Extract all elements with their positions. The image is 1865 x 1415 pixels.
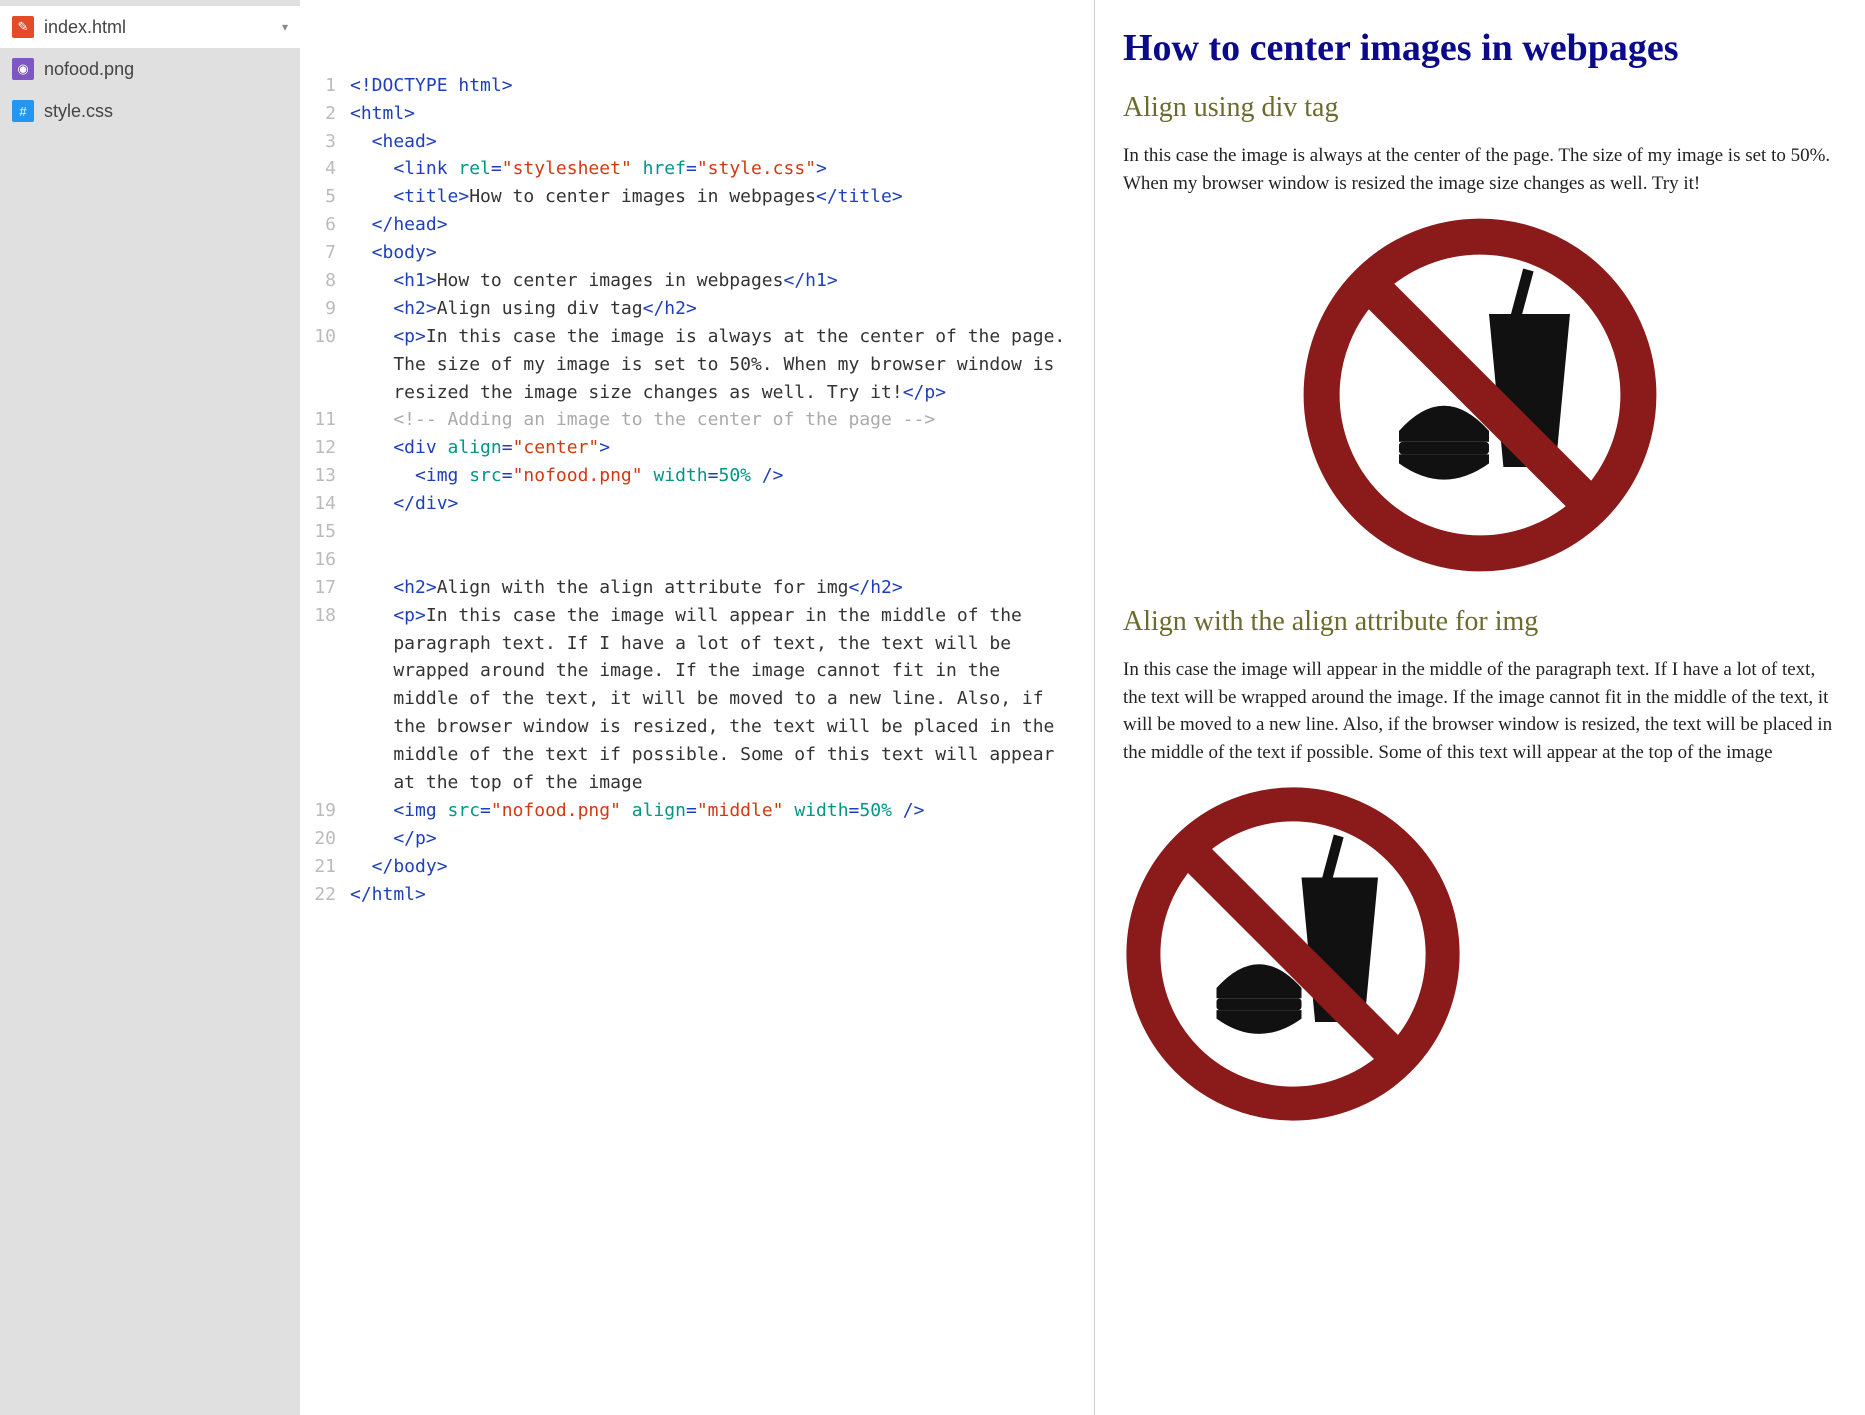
code-content[interactable] xyxy=(350,546,1084,574)
preview-h1: How to center images in webpages xyxy=(1123,26,1837,70)
line-number: 6 xyxy=(300,211,350,239)
line-number: 22 xyxy=(300,881,350,909)
code-content[interactable]: <!-- Adding an image to the center of th… xyxy=(350,406,1084,434)
line-number: 5 xyxy=(300,183,350,211)
code-line[interactable]: 13<img src="nofood.png" width=50% /> xyxy=(300,462,1084,490)
line-number: 13 xyxy=(300,462,350,490)
code-content[interactable]: <title>How to center images in webpages<… xyxy=(350,183,1084,211)
code-line[interactable]: 17<h2>Align with the align attribute for… xyxy=(300,574,1084,602)
file-label: style.css xyxy=(44,101,113,122)
line-number: 1 xyxy=(300,72,350,100)
code-line[interactable]: 11<!-- Adding an image to the center of … xyxy=(300,406,1084,434)
line-number: 12 xyxy=(300,434,350,462)
code-line[interactable]: 10<p>In this case the image is always at… xyxy=(300,323,1084,407)
code-content[interactable]: <p>In this case the image will appear in… xyxy=(350,602,1084,797)
img-file-icon: ◉ xyxy=(12,58,34,80)
code-line[interactable]: 2<html> xyxy=(300,100,1084,128)
code-line[interactable]: 6</head> xyxy=(300,211,1084,239)
line-number: 11 xyxy=(300,406,350,434)
code-content[interactable]: <h2>Align with the align attribute for i… xyxy=(350,574,1084,602)
code-line[interactable]: 8<h1>How to center images in webpages</h… xyxy=(300,267,1084,295)
code-line[interactable]: 19<img src="nofood.png" align="middle" w… xyxy=(300,797,1084,825)
file-item-style-css[interactable]: # style.css xyxy=(0,90,300,132)
code-content[interactable]: <!DOCTYPE html> xyxy=(350,72,1084,100)
code-content[interactable]: <h2>Align using div tag</h2> xyxy=(350,295,1084,323)
code-content[interactable]: </p> xyxy=(350,825,1084,853)
code-line[interactable]: 15 xyxy=(300,518,1084,546)
preview-p2: In this case the image will appear in th… xyxy=(1123,656,1837,766)
preview-h2-2: Align with the align attribute for img xyxy=(1123,606,1837,638)
code-line[interactable]: 16 xyxy=(300,546,1084,574)
line-number: 17 xyxy=(300,574,350,602)
code-line[interactable]: 22</html> xyxy=(300,881,1084,909)
file-item-index-html[interactable]: ✎ index.html ▾ xyxy=(0,6,300,48)
preview-image-1-wrap xyxy=(1123,215,1837,580)
code-content[interactable]: <p>In this case the image is always at t… xyxy=(350,323,1084,407)
code-line[interactable]: 5<title>How to center images in webpages… xyxy=(300,183,1084,211)
line-number: 4 xyxy=(300,155,350,183)
code-line[interactable]: 18<p>In this case the image will appear … xyxy=(300,602,1084,797)
preview-pane: How to center images in webpages Align u… xyxy=(1095,0,1865,1415)
line-number: 7 xyxy=(300,239,350,267)
code-content[interactable]: </div> xyxy=(350,490,1084,518)
line-number: 20 xyxy=(300,825,350,853)
file-label: nofood.png xyxy=(44,59,134,80)
code-line[interactable]: 20</p> xyxy=(300,825,1084,853)
code-content[interactable]: <head> xyxy=(350,128,1084,156)
preview-h2-1: Align using div tag xyxy=(1123,92,1837,124)
code-content[interactable]: <h1>How to center images in webpages</h1… xyxy=(350,267,1084,295)
nofood-icon xyxy=(1123,784,1463,1124)
line-number: 2 xyxy=(300,100,350,128)
html-file-icon: ✎ xyxy=(12,16,34,38)
line-number: 16 xyxy=(300,546,350,574)
code-line[interactable]: 1<!DOCTYPE html> xyxy=(300,72,1084,100)
code-line[interactable]: 12<div align="center"> xyxy=(300,434,1084,462)
line-number: 14 xyxy=(300,490,350,518)
code-content[interactable]: <div align="center"> xyxy=(350,434,1084,462)
file-sidebar: ✎ index.html ▾ ◉ nofood.png # style.css xyxy=(0,0,300,1415)
code-content[interactable]: <img src="nofood.png" width=50% /> xyxy=(350,462,1084,490)
preview-image-2-wrap xyxy=(1123,784,1837,1129)
line-number: 10 xyxy=(300,323,350,351)
code-line[interactable]: 3<head> xyxy=(300,128,1084,156)
chevron-down-icon[interactable]: ▾ xyxy=(282,20,288,34)
line-number: 9 xyxy=(300,295,350,323)
code-line[interactable]: 14</div> xyxy=(300,490,1084,518)
code-editor[interactable]: 1<!DOCTYPE html>2<html>3<head>4<link rel… xyxy=(300,0,1095,1415)
code-content[interactable]: </body> xyxy=(350,853,1084,881)
line-number: 21 xyxy=(300,853,350,881)
code-content[interactable]: </html> xyxy=(350,881,1084,909)
code-content[interactable]: <body> xyxy=(350,239,1084,267)
code-content[interactable]: <link rel="stylesheet" href="style.css"> xyxy=(350,155,1084,183)
code-content[interactable]: <html> xyxy=(350,100,1084,128)
code-content[interactable]: </head> xyxy=(350,211,1084,239)
line-number: 15 xyxy=(300,518,350,546)
line-number: 19 xyxy=(300,797,350,825)
code-content[interactable] xyxy=(350,518,1084,546)
line-number: 8 xyxy=(300,267,350,295)
code-line[interactable]: 9<h2>Align using div tag</h2> xyxy=(300,295,1084,323)
code-content[interactable]: <img src="nofood.png" align="middle" wid… xyxy=(350,797,1084,825)
code-line[interactable]: 7<body> xyxy=(300,239,1084,267)
file-label: index.html xyxy=(44,17,126,38)
nofood-icon xyxy=(1300,215,1660,575)
css-file-icon: # xyxy=(12,100,34,122)
line-number: 18 xyxy=(300,602,350,630)
file-item-nofood-png[interactable]: ◉ nofood.png xyxy=(0,48,300,90)
code-line[interactable]: 21</body> xyxy=(300,853,1084,881)
preview-p1: In this case the image is always at the … xyxy=(1123,142,1837,197)
code-line[interactable]: 4<link rel="stylesheet" href="style.css"… xyxy=(300,155,1084,183)
line-number: 3 xyxy=(300,128,350,156)
